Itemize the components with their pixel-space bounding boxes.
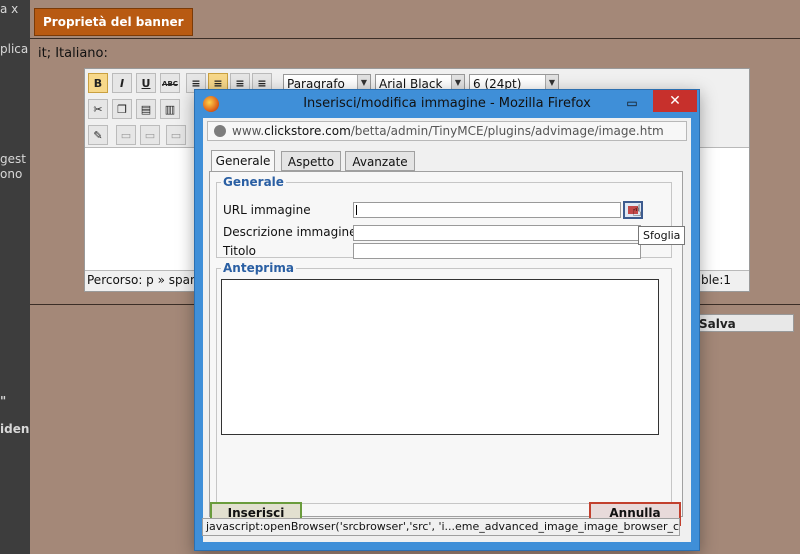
- table-row-icon[interactable]: ▭: [116, 125, 136, 145]
- general-fieldset: Generale URL immagine Descrizione immagi…: [216, 175, 672, 259]
- dialog-body: www.clickstore.com/betta/admin/TinyMCE/p…: [203, 118, 691, 542]
- copy-icon[interactable]: ❐: [112, 99, 132, 119]
- paste-icon[interactable]: ▤: [136, 99, 156, 119]
- underline-button[interactable]: U: [136, 73, 156, 93]
- url-image-label: URL immagine: [223, 203, 311, 217]
- url-text: www.clickstore.com/betta/admin/TinyMCE/p…: [232, 124, 664, 138]
- editor-toolbar-row: ✂ ❐ ▤ ▥: [85, 97, 195, 121]
- left-strip-text: iden: [0, 422, 30, 436]
- title-label: Titolo: [223, 244, 257, 258]
- url-bar: www.clickstore.com/betta/admin/TinyMCE/p…: [207, 121, 687, 141]
- cut-icon[interactable]: ✂: [88, 99, 108, 119]
- tab-panel-generale: Generale URL immagine Descrizione immagi…: [209, 171, 683, 517]
- tab-avanzate[interactable]: Avanzate: [345, 151, 415, 171]
- divider: [30, 38, 800, 39]
- table-col-icon[interactable]: ▭: [140, 125, 160, 145]
- image-dialog-window: Inserisci/modifica immagine - Mozilla Fi…: [194, 89, 700, 551]
- editor-status-right: ble:1: [700, 273, 731, 287]
- image-description-label: Descrizione immagine: [223, 225, 357, 239]
- restore-icon[interactable]: ▭: [619, 94, 645, 112]
- close-icon[interactable]: ✕: [653, 90, 697, 112]
- left-strip-text: plica: [0, 42, 29, 56]
- image-description-input[interactable]: [353, 225, 641, 241]
- status-bar: javascript:openBrowser('srcbrowser','src…: [202, 518, 680, 536]
- image-url-input[interactable]: [353, 202, 621, 218]
- general-legend: Generale: [221, 175, 286, 189]
- left-strip-text: ono: [0, 167, 23, 181]
- left-strip-text: gest: [0, 152, 26, 166]
- paste-text-icon[interactable]: ▥: [160, 99, 180, 119]
- browse-tooltip: Sfoglia: [638, 226, 686, 245]
- language-label: it; Italiano:: [38, 46, 108, 61]
- left-strip-text: ": [0, 394, 7, 408]
- banner-properties-tab[interactable]: Proprietà del banner: [34, 8, 193, 36]
- text-caret: [356, 205, 357, 215]
- window-titlebar[interactable]: Inserisci/modifica immagine - Mozilla Fi…: [195, 90, 699, 118]
- url-domain: clickstore.com: [264, 124, 351, 138]
- title-input[interactable]: [353, 243, 641, 259]
- bold-button[interactable]: B: [88, 73, 108, 93]
- editor-path: Percorso: p » span: [87, 273, 198, 287]
- tab-generale[interactable]: Generale: [211, 150, 275, 172]
- tab-aspetto[interactable]: Aspetto: [281, 151, 341, 171]
- hand-cursor-icon: ☝: [632, 201, 642, 220]
- italic-button[interactable]: I: [112, 73, 132, 93]
- preview-fieldset: Anteprima: [216, 261, 672, 504]
- url-prefix: www.: [232, 124, 265, 138]
- edit-icon[interactable]: ✎: [88, 125, 108, 145]
- editor-toolbar-row: ✎ ▭ ▭ ▭: [85, 123, 195, 147]
- strikethrough-button[interactable]: ABC: [160, 73, 180, 93]
- preview-legend: Anteprima: [221, 261, 296, 275]
- background-left-panel: a x plica gest ono " iden: [0, 0, 30, 554]
- globe-icon: [214, 125, 226, 137]
- left-strip-text: a x: [0, 2, 19, 16]
- merge-icon[interactable]: ▭: [166, 125, 186, 145]
- url-path: /betta/admin/TinyMCE/plugins/advimage/im…: [350, 124, 664, 138]
- image-preview-area: [221, 279, 659, 435]
- save-button[interactable]: Salva: [694, 314, 794, 332]
